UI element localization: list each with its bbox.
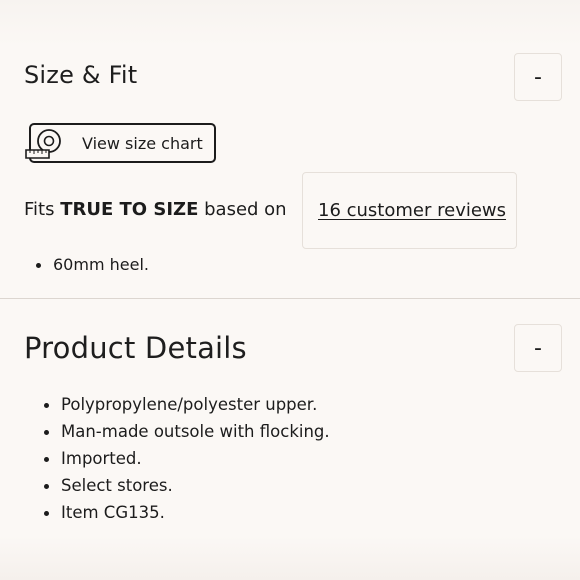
size-fit-collapse-button[interactable]: - — [514, 53, 562, 101]
fit-suffix: based on — [198, 199, 287, 220]
list-item: Man-made outsole with flocking. — [44, 418, 330, 445]
size-fit-title: Size & Fit — [24, 61, 138, 89]
list-item: Item CG135. — [44, 499, 330, 526]
fit-prefix: Fits — [24, 199, 61, 220]
fit-summary: Fits TRUE TO SIZE based on — [24, 197, 287, 223]
view-size-chart-button[interactable]: View size chart — [25, 123, 216, 163]
size-fit-list: 60mm heel. — [36, 251, 149, 278]
list-item: Imported. — [44, 445, 330, 472]
product-details-collapse-button[interactable]: - — [514, 324, 562, 372]
measuring-tape-icon — [25, 129, 61, 159]
list-item: Select stores. — [44, 472, 330, 499]
list-item: 60mm heel. — [36, 251, 149, 278]
product-details-list: Polypropylene/polyester upper. Man-made … — [44, 391, 330, 526]
section-divider — [0, 298, 580, 299]
product-details-title: Product Details — [24, 331, 247, 365]
bottom-fade — [0, 536, 580, 580]
list-item: Polypropylene/polyester upper. — [44, 391, 330, 418]
view-size-chart-label: View size chart — [82, 134, 203, 153]
product-accordion: Size & Fit - View size chart Fits TRUE T… — [0, 0, 580, 580]
customer-reviews-link[interactable]: 16 customer reviews — [318, 198, 506, 224]
fit-value: TRUE TO SIZE — [60, 199, 199, 220]
top-fade — [0, 0, 580, 46]
reviews-link-box[interactable]: 16 customer reviews — [302, 172, 517, 249]
